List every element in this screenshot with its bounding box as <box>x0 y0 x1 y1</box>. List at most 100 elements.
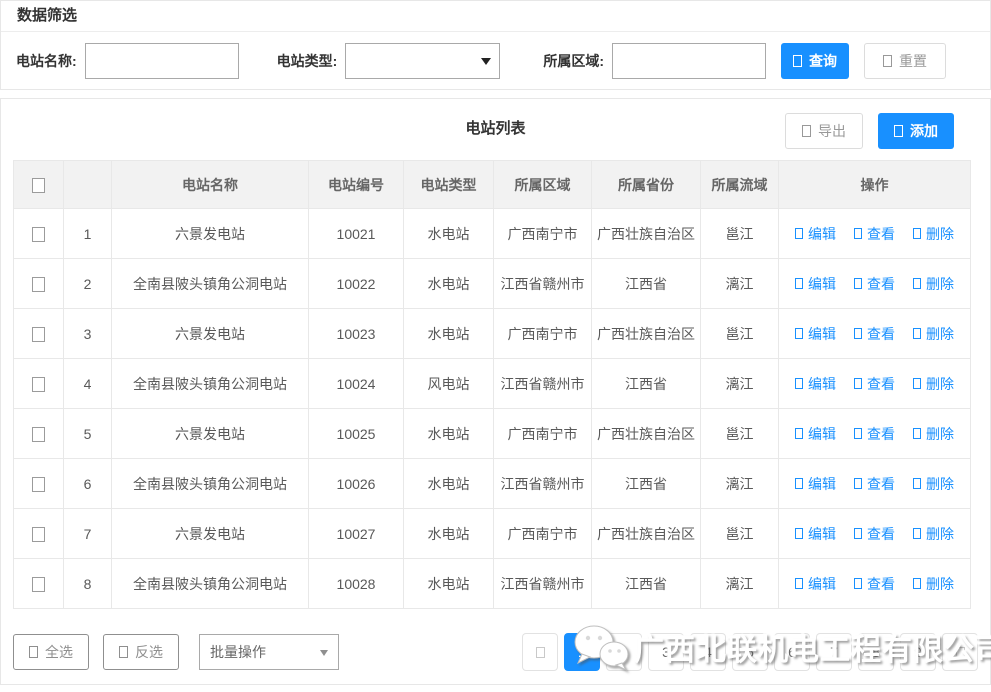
column-header <box>64 161 112 209</box>
filter-panel-title: 数据筛选 <box>1 1 990 32</box>
region-label: 所属区域: <box>543 51 604 71</box>
column-header: 所属区域 <box>494 161 592 209</box>
delete-link[interactable]: 删除 <box>913 476 954 492</box>
prev-page-button[interactable] <box>522 633 558 671</box>
row-checkbox[interactable] <box>32 277 45 292</box>
row-checkbox[interactable] <box>32 427 45 442</box>
station-type-select[interactable] <box>345 43 500 79</box>
view-link[interactable]: 查看 <box>854 376 895 392</box>
edit-link[interactable]: 编辑 <box>795 376 836 392</box>
delete-icon <box>913 378 921 389</box>
code-cell: 10026 <box>309 459 404 509</box>
batch-operation-select[interactable]: 批量操作 <box>199 634 339 670</box>
select-all-button[interactable]: 全选 <box>13 634 89 670</box>
search-icon <box>793 55 802 67</box>
basin-cell: 邕江 <box>701 209 779 259</box>
edit-link[interactable]: 编辑 <box>795 476 836 492</box>
header-checkbox[interactable] <box>32 178 45 193</box>
checkbox-cell <box>14 259 64 309</box>
view-link[interactable]: 查看 <box>854 326 895 342</box>
table-row: 6全南县陂头镇角公洞电站10026水电站江西省赣州市江西省漓江编辑查看删除 <box>14 459 971 509</box>
column-header: 所属省份 <box>592 161 701 209</box>
station-name-label: 电站名称: <box>16 51 77 71</box>
table-row: 5六景发电站10025水电站广西南宁市广西壮族自治区邕江编辑查看删除 <box>14 409 971 459</box>
type-cell: 水电站 <box>404 309 494 359</box>
page-button-8[interactable]: 8 <box>858 633 894 671</box>
invert-select-button[interactable]: 反选 <box>103 634 179 670</box>
delete-link[interactable]: 删除 <box>913 376 954 392</box>
delete-icon <box>913 478 921 489</box>
select-all-icon <box>29 646 38 658</box>
actions-cell: 编辑 查看 删除 <box>779 459 971 509</box>
edit-link[interactable]: 编辑 <box>795 226 836 242</box>
basin-cell: 邕江 <box>701 409 779 459</box>
column-header <box>14 161 64 209</box>
delete-icon <box>913 528 921 539</box>
column-header: 所属流域 <box>701 161 779 209</box>
next-page-icon <box>956 647 965 658</box>
checkbox-cell <box>14 359 64 409</box>
edit-link[interactable]: 编辑 <box>795 276 836 292</box>
row-checkbox[interactable] <box>32 227 45 242</box>
page-button-3[interactable]: 3 <box>648 633 684 671</box>
chevron-down-icon <box>320 650 328 656</box>
page-button-9[interactable]: 9 <box>900 633 936 671</box>
index-cell: 4 <box>64 359 112 409</box>
actions-cell: 编辑 查看 删除 <box>779 259 971 309</box>
actions-cell: 编辑 查看 删除 <box>779 559 971 609</box>
view-link[interactable]: 查看 <box>854 276 895 292</box>
next-page-button[interactable] <box>942 633 978 671</box>
code-cell: 10021 <box>309 209 404 259</box>
pagination: 123456789 <box>516 633 978 671</box>
region-cell: 广西南宁市 <box>494 509 592 559</box>
delete-link[interactable]: 删除 <box>913 326 954 342</box>
type-cell: 水电站 <box>404 459 494 509</box>
view-link[interactable]: 查看 <box>854 576 895 592</box>
delete-link[interactable]: 删除 <box>913 526 954 542</box>
type-cell: 水电站 <box>404 259 494 309</box>
query-button[interactable]: 查询 <box>781 43 849 79</box>
reset-button[interactable]: 重置 <box>864 43 946 79</box>
view-icon <box>854 328 862 339</box>
delete-link[interactable]: 删除 <box>913 226 954 242</box>
row-checkbox[interactable] <box>32 577 45 592</box>
region-cell: 江西省赣州市 <box>494 359 592 409</box>
row-checkbox[interactable] <box>32 377 45 392</box>
row-checkbox[interactable] <box>32 477 45 492</box>
name-cell: 六景发电站 <box>112 409 309 459</box>
page-button-1[interactable]: 1 <box>564 633 600 671</box>
province-cell: 广西壮族自治区 <box>592 509 701 559</box>
delete-link[interactable]: 删除 <box>913 276 954 292</box>
page-button-4[interactable]: 4 <box>690 633 726 671</box>
edit-link[interactable]: 编辑 <box>795 576 836 592</box>
table-row: 2全南县陂头镇角公洞电站10022水电站江西省赣州市江西省漓江编辑查看删除 <box>14 259 971 309</box>
view-link[interactable]: 查看 <box>854 426 895 442</box>
actions-cell: 编辑 查看 删除 <box>779 409 971 459</box>
add-button[interactable]: 添加 <box>878 113 954 149</box>
basin-cell: 漓江 <box>701 459 779 509</box>
page-button-5[interactable]: 5 <box>732 633 768 671</box>
row-checkbox[interactable] <box>32 327 45 342</box>
basin-cell: 邕江 <box>701 509 779 559</box>
export-button[interactable]: 导出 <box>785 113 863 149</box>
code-cell: 10022 <box>309 259 404 309</box>
plus-icon <box>894 125 903 137</box>
row-checkbox[interactable] <box>32 527 45 542</box>
delete-link[interactable]: 删除 <box>913 576 954 592</box>
view-link[interactable]: 查看 <box>854 226 895 242</box>
delete-link[interactable]: 删除 <box>913 426 954 442</box>
edit-link[interactable]: 编辑 <box>795 526 836 542</box>
view-link[interactable]: 查看 <box>854 526 895 542</box>
code-cell: 10025 <box>309 409 404 459</box>
province-cell: 江西省 <box>592 359 701 409</box>
station-name-input[interactable] <box>85 43 239 79</box>
view-icon <box>854 578 862 589</box>
page-button-6[interactable]: 6 <box>774 633 810 671</box>
page-button-2[interactable]: 2 <box>606 633 642 671</box>
name-cell: 全南县陂头镇角公洞电站 <box>112 259 309 309</box>
edit-link[interactable]: 编辑 <box>795 426 836 442</box>
edit-link[interactable]: 编辑 <box>795 326 836 342</box>
region-input[interactable] <box>612 43 766 79</box>
page-button-7[interactable]: 7 <box>816 633 852 671</box>
view-link[interactable]: 查看 <box>854 476 895 492</box>
